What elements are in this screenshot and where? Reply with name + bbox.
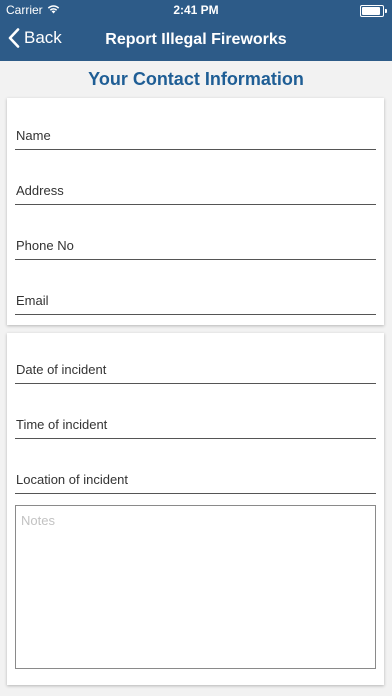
address-placeholder: Address bbox=[16, 183, 64, 198]
location-of-incident-field[interactable]: Location of incident bbox=[15, 467, 376, 494]
contact-info-card: Name Address Phone No Email bbox=[7, 98, 384, 325]
address-field[interactable]: Address bbox=[15, 178, 376, 205]
battery-icon bbox=[360, 5, 387, 17]
section-title: Your Contact Information bbox=[88, 69, 304, 89]
email-placeholder: Email bbox=[16, 293, 49, 308]
status-bar: Carrier 2:41 PM bbox=[0, 0, 392, 20]
notes-textarea[interactable]: Notes bbox=[15, 505, 376, 669]
email-field[interactable]: Email bbox=[15, 288, 376, 315]
location-placeholder: Location of incident bbox=[16, 472, 129, 487]
date-placeholder: Date of incident bbox=[16, 362, 107, 377]
date-of-incident-field[interactable]: Date of incident bbox=[15, 357, 376, 384]
name-placeholder: Name bbox=[16, 128, 51, 143]
incident-info-card: Date of incident Time of incident Locati… bbox=[7, 333, 384, 685]
time-of-incident-field[interactable]: Time of incident bbox=[15, 412, 376, 439]
notes-placeholder: Notes bbox=[21, 513, 55, 528]
phone-field[interactable]: Phone No bbox=[15, 233, 376, 260]
navigation-bar: Back Report Illegal Fireworks bbox=[0, 20, 392, 61]
name-field[interactable]: Name bbox=[15, 123, 376, 150]
time-placeholder: Time of incident bbox=[16, 417, 108, 432]
page-title: Report Illegal Fireworks bbox=[105, 31, 287, 48]
clock: 2:41 PM bbox=[173, 3, 219, 17]
phone-placeholder: Phone No bbox=[16, 238, 74, 253]
